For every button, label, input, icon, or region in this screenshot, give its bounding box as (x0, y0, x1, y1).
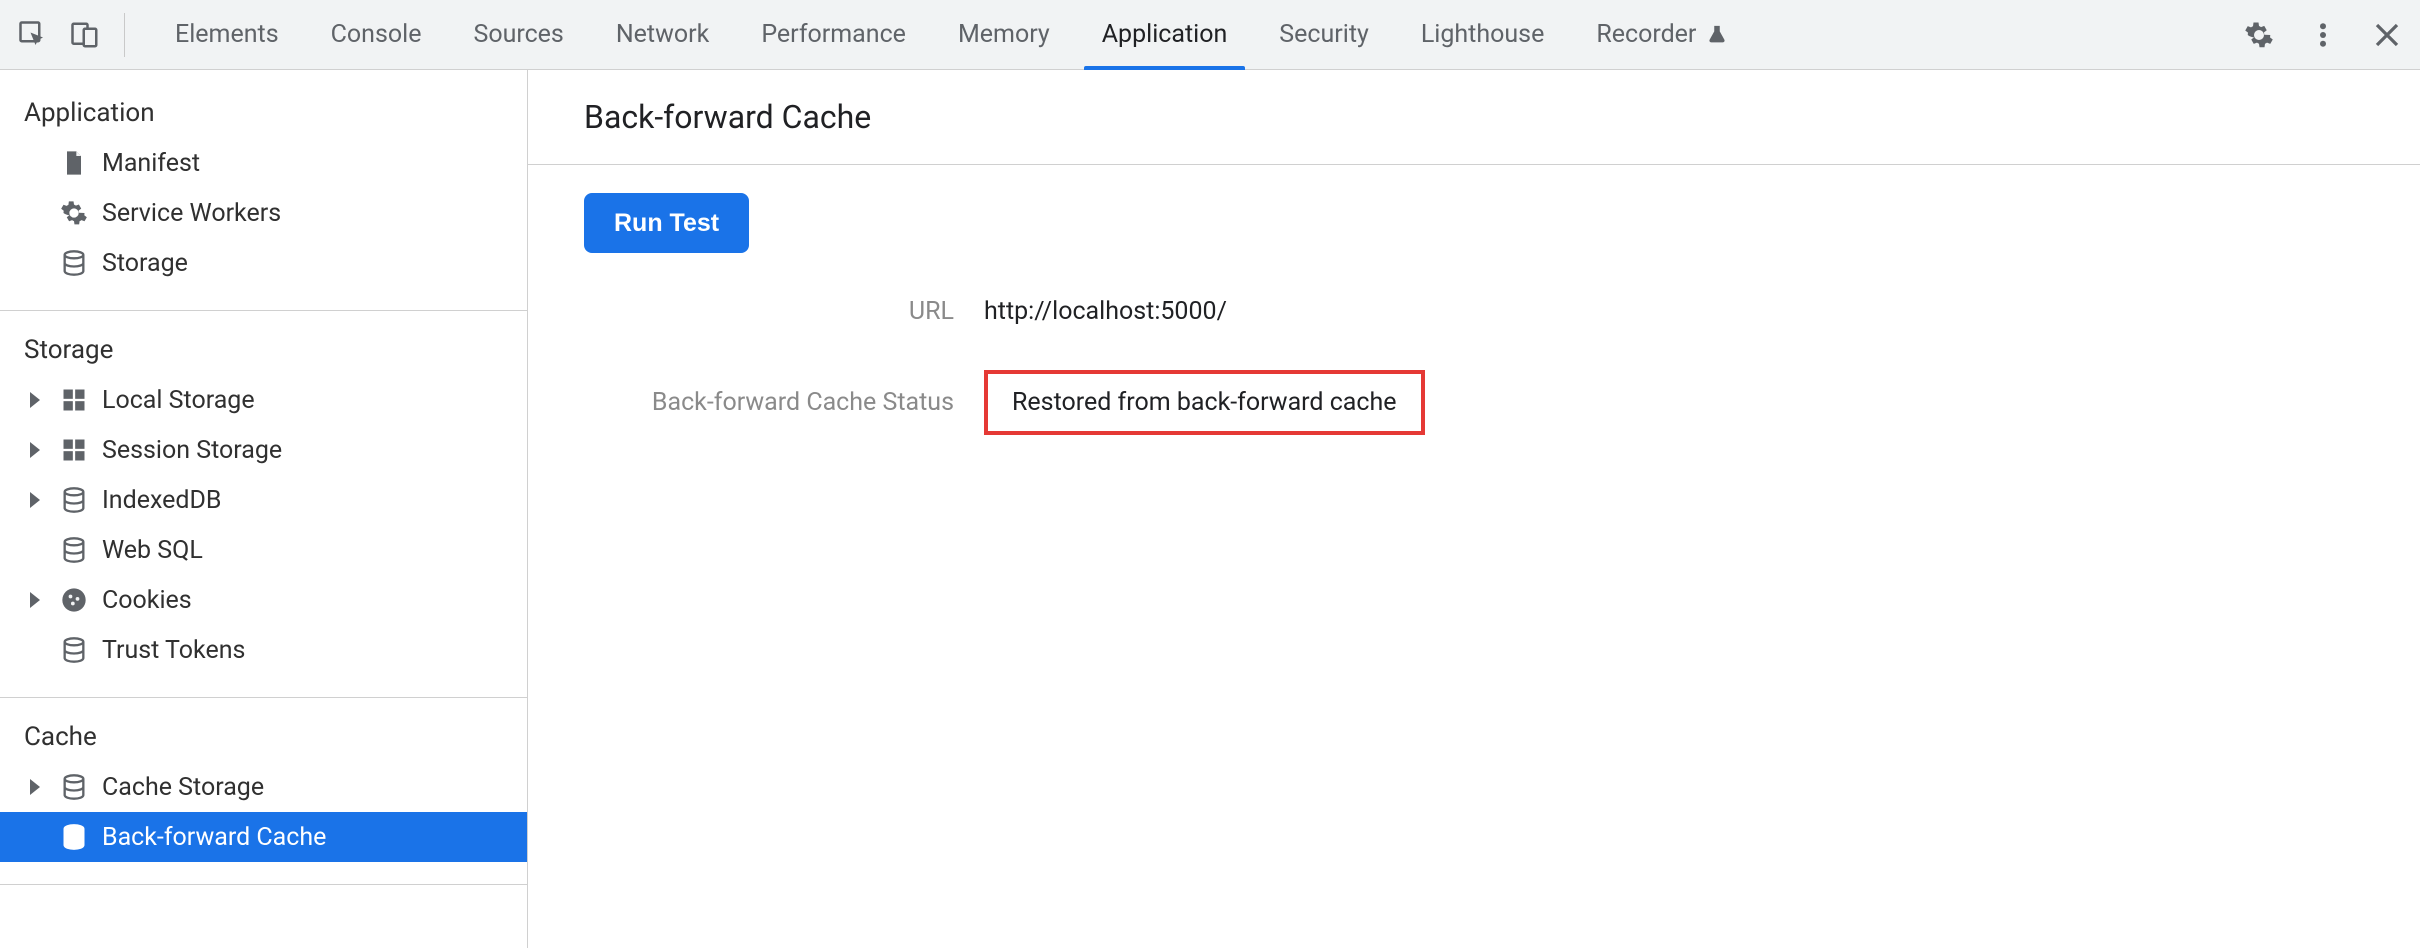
inspect-element-icon[interactable] (18, 20, 48, 50)
db-icon (60, 636, 88, 664)
device-toggle-icon[interactable] (70, 20, 100, 50)
chevron-right-icon (30, 392, 40, 408)
tab-performance[interactable]: Performance (735, 0, 932, 69)
db-icon (60, 773, 88, 801)
db-icon (60, 249, 88, 277)
sidebar-item-back-forward-cache[interactable]: Back-forward Cache (0, 812, 527, 862)
sidebar-item-service-workers[interactable]: Service Workers (0, 188, 527, 238)
tabbar-left-controls (18, 13, 125, 57)
tab-lighthouse[interactable]: Lighthouse (1395, 0, 1571, 69)
gear-icon (60, 199, 88, 227)
url-label: URL (584, 297, 984, 326)
tab-label: Recorder (1596, 20, 1696, 49)
tab-console[interactable]: Console (305, 0, 448, 69)
tab-label: Security (1279, 20, 1369, 49)
tab-application[interactable]: Application (1076, 0, 1254, 69)
chevron-right-icon (30, 492, 40, 508)
grid-icon (60, 436, 88, 464)
close-icon[interactable] (2372, 20, 2402, 50)
file-icon (60, 149, 88, 177)
tab-label: Lighthouse (1421, 20, 1545, 49)
tab-label: Application (1102, 20, 1228, 49)
tab-label: Elements (175, 20, 279, 49)
sidebar-item-label: Web SQL (102, 536, 203, 565)
chevron-right-icon (30, 592, 40, 608)
tab-network[interactable]: Network (590, 0, 735, 69)
url-value: http://localhost:5000/ (984, 297, 2364, 326)
db-icon (60, 486, 88, 514)
kebab-menu-icon[interactable] (2308, 20, 2338, 50)
sidebar-section-title: Cache (0, 712, 527, 762)
sidebar-section-title: Storage (0, 325, 527, 375)
tab-recorder[interactable]: Recorder (1570, 0, 1754, 69)
sidebar-item-label: Session Storage (102, 436, 282, 465)
sidebar-item-session-storage[interactable]: Session Storage (0, 425, 527, 475)
sidebar-item-label: Trust Tokens (102, 636, 245, 665)
tab-label: Network (616, 20, 709, 49)
chevron-right-icon (30, 442, 40, 458)
bfcache-status-label: Back-forward Cache Status (584, 388, 984, 417)
sidebar-item-cookies[interactable]: Cookies (0, 575, 527, 625)
sidebar-item-indexeddb[interactable]: IndexedDB (0, 475, 527, 525)
sidebar-item-label: Service Workers (102, 199, 281, 228)
sidebar-item-storage[interactable]: Storage (0, 238, 527, 288)
sidebar-item-label: Storage (102, 249, 188, 278)
tab-label: Memory (958, 20, 1050, 49)
sidebar-item-local-storage[interactable]: Local Storage (0, 375, 527, 425)
sidebar-item-web-sql[interactable]: Web SQL (0, 525, 527, 575)
tab-label: Performance (761, 20, 906, 49)
chevron-right-icon (30, 779, 40, 795)
grid-icon (60, 386, 88, 414)
sidebar-item-manifest[interactable]: Manifest (0, 138, 527, 188)
tab-security[interactable]: Security (1253, 0, 1395, 69)
beaker-icon (1706, 24, 1728, 46)
sidebar-item-label: Cookies (102, 586, 192, 615)
page-title: Back-forward Cache (584, 98, 2364, 164)
tab-label: Console (331, 20, 422, 49)
tabbar-tabs: Elements Console Sources Network Perform… (149, 0, 1754, 69)
bfcache-status-value: Restored from back-forward cache (984, 370, 1425, 435)
application-sidebar: Application Manifest Service Workers Sto… (0, 70, 528, 948)
sidebar-item-label: Local Storage (102, 386, 255, 415)
tabbar-right-controls (2224, 20, 2402, 50)
content-pane: Back-forward Cache Run Test URL http://l… (528, 70, 2420, 948)
devtools-tabbar: Elements Console Sources Network Perform… (0, 0, 2420, 70)
settings-icon[interactable] (2244, 20, 2274, 50)
sidebar-section-title: Application (0, 88, 527, 138)
tab-elements[interactable]: Elements (149, 0, 305, 69)
run-test-button[interactable]: Run Test (584, 193, 749, 253)
sidebar-item-trust-tokens[interactable]: Trust Tokens (0, 625, 527, 675)
sidebar-item-cache-storage[interactable]: Cache Storage (0, 762, 527, 812)
cookie-icon (60, 586, 88, 614)
sidebar-item-label: IndexedDB (102, 486, 221, 515)
sidebar-item-label: Back-forward Cache (102, 823, 326, 852)
db-icon (60, 823, 88, 851)
db-icon (60, 536, 88, 564)
tab-memory[interactable]: Memory (932, 0, 1076, 69)
sidebar-item-label: Manifest (102, 149, 200, 178)
tab-label: Sources (473, 20, 563, 49)
sidebar-item-label: Cache Storage (102, 773, 264, 802)
tab-sources[interactable]: Sources (447, 0, 589, 69)
